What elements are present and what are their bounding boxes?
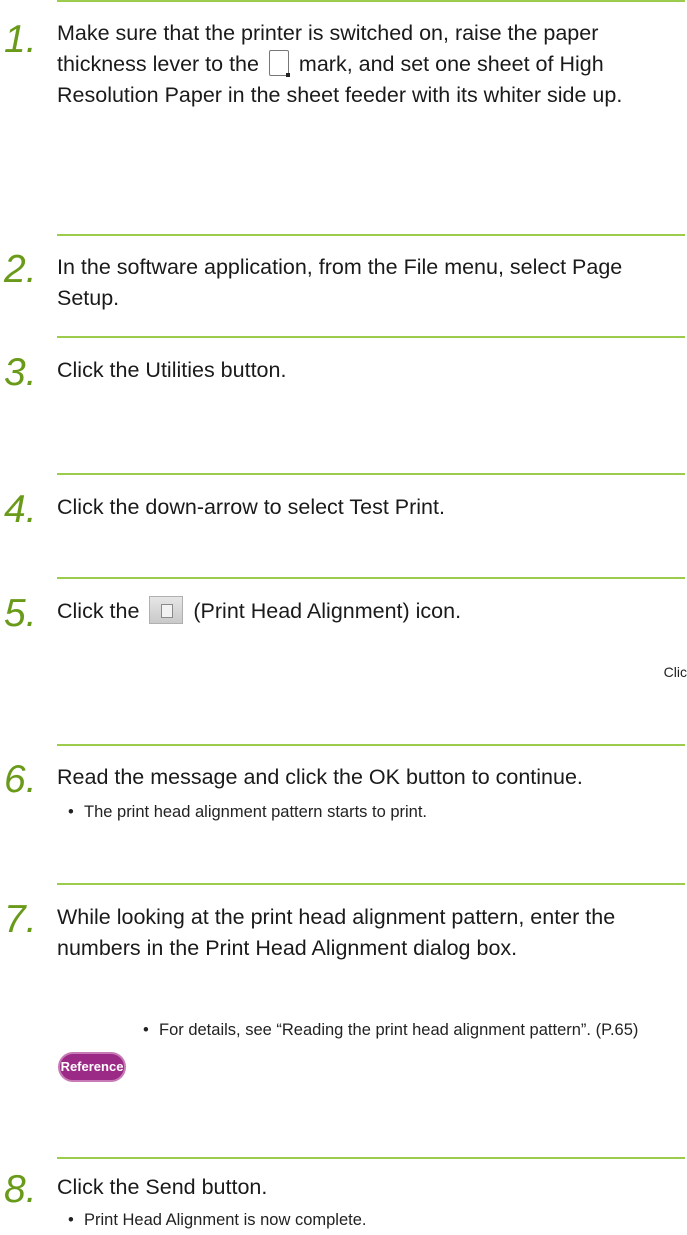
step-8-bullet-text: Print Head Alignment is now complete. <box>84 1211 367 1229</box>
step-number: 2. <box>4 248 37 291</box>
divider <box>57 234 685 236</box>
bullet-mark: • <box>143 1021 149 1039</box>
step-6-text: Read the message and click the OK button… <box>57 765 583 789</box>
bullet-mark: • <box>68 1211 74 1229</box>
step-7-text: While looking at the print head alignmen… <box>57 905 616 960</box>
divider <box>57 1157 685 1159</box>
step-number: 1. <box>4 18 37 61</box>
reference-note-text: For details, see “Reading the print head… <box>159 1021 639 1039</box>
step-number: 4. <box>4 488 37 531</box>
bullet-mark: • <box>68 803 74 821</box>
divider <box>57 473 685 475</box>
step-8-text: Click the Send button. <box>57 1175 268 1199</box>
step-2-text: In the software application, from the Fi… <box>57 255 623 310</box>
divider <box>57 883 685 885</box>
side-text: Clic <box>663 664 687 680</box>
step-6-bullet-text: The print head alignment pattern starts … <box>84 803 428 821</box>
step-5-text-pre: Click the <box>57 599 146 623</box>
step-number: 8. <box>4 1168 37 1211</box>
reference-note: • For details, see “Reading the print hea… <box>143 1018 663 1042</box>
step-number: 7. <box>4 898 37 941</box>
step-number: 5. <box>4 592 37 635</box>
step-number: 6. <box>4 758 37 801</box>
divider <box>57 336 685 338</box>
divider <box>57 744 685 746</box>
step-6-bullet: • The print head alignment pattern starts… <box>68 800 668 824</box>
step-5-text: Click the (Print Head Alignment) icon. <box>57 596 683 627</box>
divider <box>57 577 685 579</box>
step-3-text: Click the Utilities button. <box>57 358 287 382</box>
reference-badge: Reference <box>58 1052 126 1082</box>
paper-thickness-icon <box>268 50 290 77</box>
divider <box>57 0 685 2</box>
print-head-alignment-icon <box>149 596 184 624</box>
step-4-text: Click the down-arrow to select Test Prin… <box>57 495 445 519</box>
step-number: 3. <box>4 351 37 394</box>
step-5-text-post: (Print Head Alignment) icon. <box>187 599 462 623</box>
step-8-bullet: • Print Head Alignment is now complete. <box>68 1208 668 1232</box>
step-1-text: Make sure that the printer is switched o… <box>57 18 683 111</box>
